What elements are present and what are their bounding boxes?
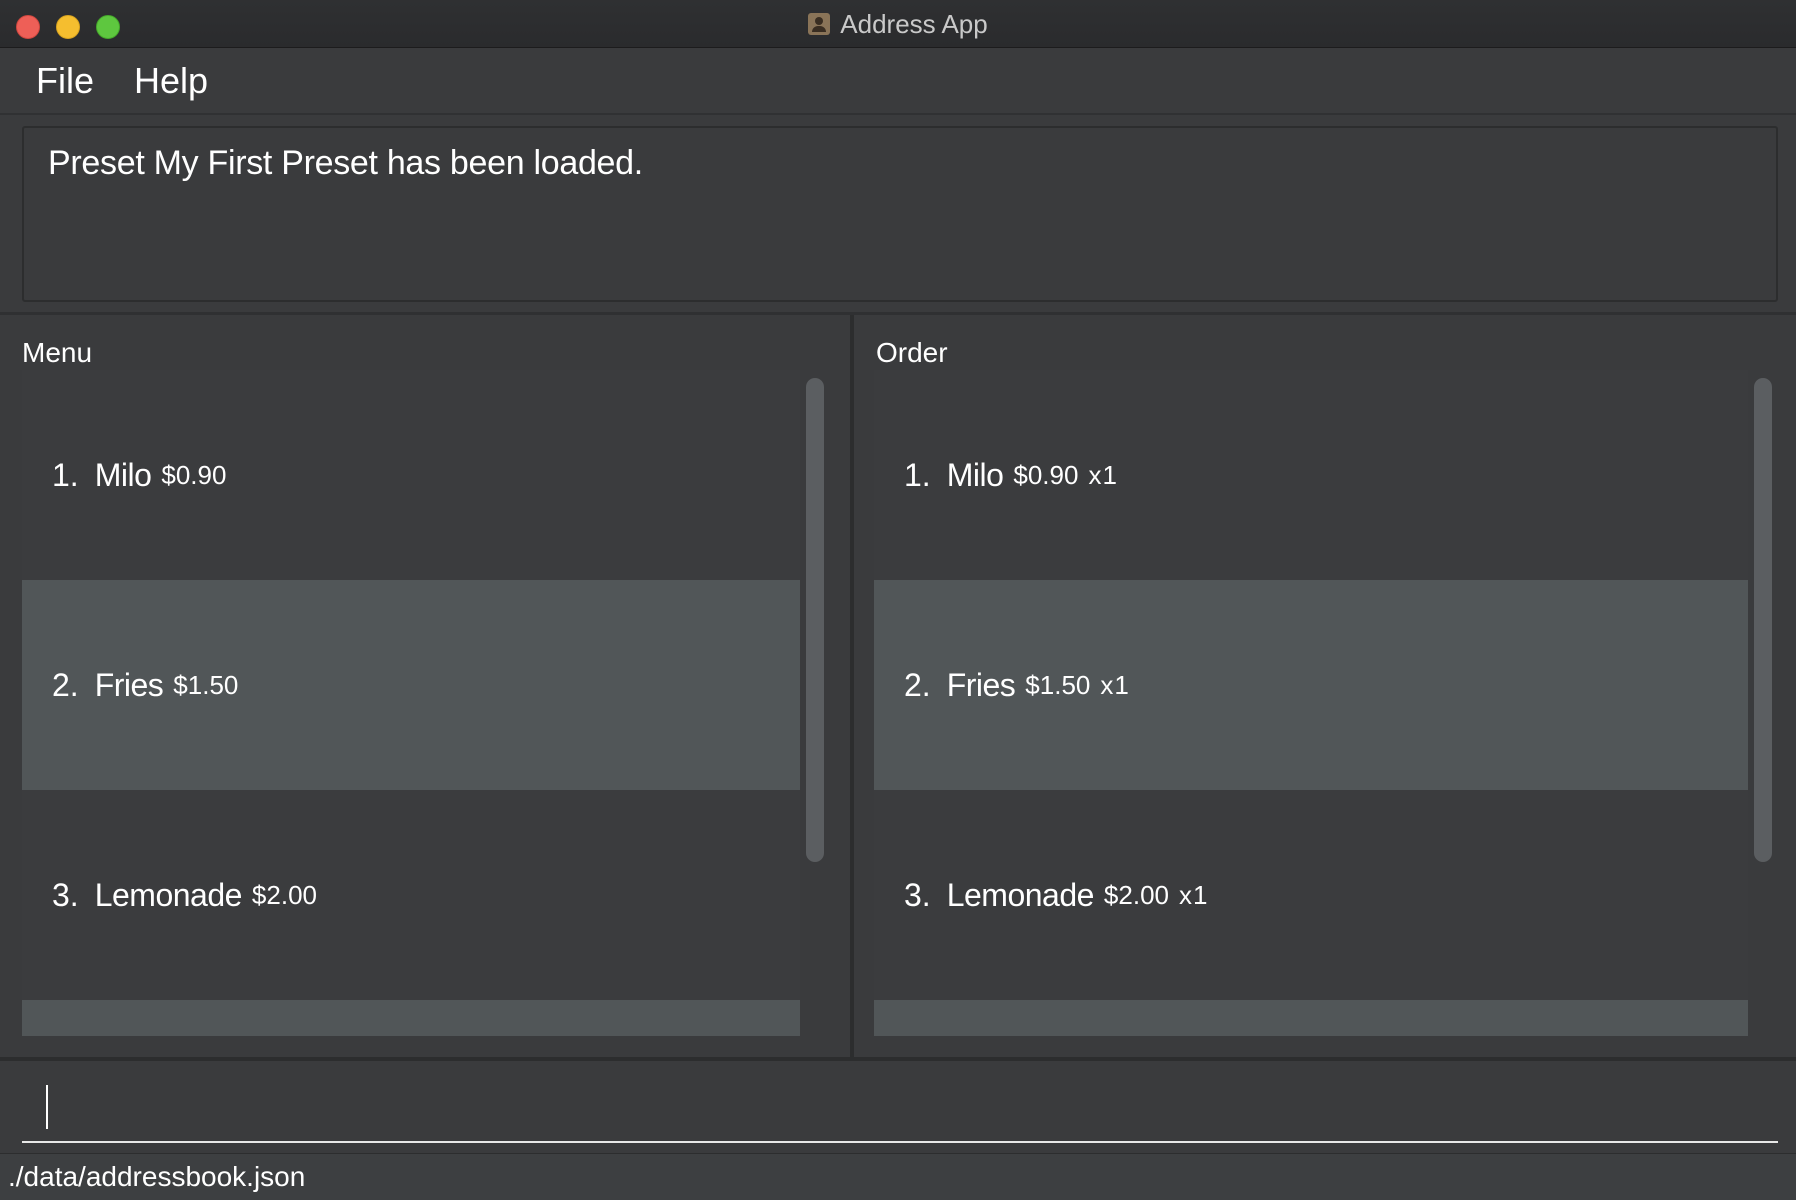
- result-message: Preset My First Preset has been loaded.: [48, 144, 643, 182]
- order-item-name: Milo: [946, 456, 1004, 493]
- order-item-quantity: x1: [1179, 879, 1209, 910]
- menu-item-price: $1.50: [173, 669, 239, 700]
- order-item-partial[interactable]: [874, 1000, 1748, 1036]
- menu-bar: File Help: [0, 48, 1796, 115]
- menu-item-price: $0.90: [161, 459, 227, 490]
- order-item[interactable]: 3. Lemonade $2.00 x1: [874, 790, 1748, 1000]
- menu-item-index: 2.: [52, 666, 79, 703]
- text-caret: [46, 1085, 48, 1129]
- menu-item-partial[interactable]: [22, 1000, 800, 1036]
- command-input[interactable]: [22, 1069, 1778, 1143]
- window-title-group: Address App: [0, 0, 1796, 48]
- order-item[interactable]: 1. Milo $0.90 x1: [874, 370, 1748, 580]
- order-panel-title: Order: [876, 337, 948, 368]
- menu-panel-title: Menu: [22, 337, 93, 368]
- save-file-path: ./data/addressbook.json: [8, 1161, 306, 1192]
- order-item-quantity: x1: [1100, 669, 1130, 700]
- menu-item-index: 1.: [52, 456, 79, 493]
- order-list-scrollbar[interactable]: [1754, 378, 1772, 862]
- menu-item[interactable]: 3. Lemonade $2.00: [22, 790, 800, 1000]
- order-item[interactable]: 2. Fries $1.50 x1: [874, 580, 1748, 790]
- order-item-index: 3.: [904, 876, 931, 913]
- order-item-price: $2.00: [1103, 879, 1169, 910]
- order-item-index: 2.: [904, 666, 931, 703]
- order-item-price: $0.90: [1013, 459, 1079, 490]
- order-item-index: 1.: [904, 456, 931, 493]
- order-item-price: $1.50: [1025, 669, 1091, 700]
- order-list[interactable]: 1. Milo $0.90 x1 2. Fries $1.50 x1 3. Le…: [874, 370, 1748, 1036]
- menu-item-index: 3.: [52, 876, 79, 913]
- menu-item[interactable]: 2. Fries $1.50: [22, 580, 800, 790]
- menu-help[interactable]: Help: [134, 60, 208, 102]
- order-item-quantity: x1: [1088, 459, 1118, 490]
- window-title: Address App: [840, 8, 988, 39]
- order-item-name: Fries: [946, 666, 1016, 703]
- menu-item-name: Fries: [94, 666, 164, 703]
- menu-list[interactable]: 1. Milo $0.90 2. Fries $1.50 3. Lemonade…: [22, 370, 800, 1036]
- order-panel: Order 1. Milo $0.90 x1 2. Fries $1.50 x1…: [854, 315, 1796, 1057]
- status-bar: ./data/addressbook.json: [0, 1153, 1796, 1200]
- order-item-name: Lemonade: [946, 876, 1095, 913]
- menu-panel: Menu 1. Milo $0.90 2. Fries $1.50 3. Lem…: [0, 315, 850, 1057]
- menu-item-name: Lemonade: [94, 876, 243, 913]
- title-bar[interactable]: Address App: [0, 0, 1796, 48]
- address-book-icon: [808, 13, 831, 35]
- result-display: Preset My First Preset has been loaded.: [22, 126, 1778, 302]
- menu-item-name: Milo: [94, 456, 152, 493]
- menu-file[interactable]: File: [36, 60, 94, 102]
- menu-item-price: $2.00: [251, 879, 317, 910]
- app-window: Address App File Help Preset My First Pr…: [0, 0, 1796, 1200]
- menu-list-scrollbar[interactable]: [806, 378, 824, 862]
- command-box: [0, 1061, 1796, 1153]
- menu-item[interactable]: 1. Milo $0.90: [22, 370, 800, 580]
